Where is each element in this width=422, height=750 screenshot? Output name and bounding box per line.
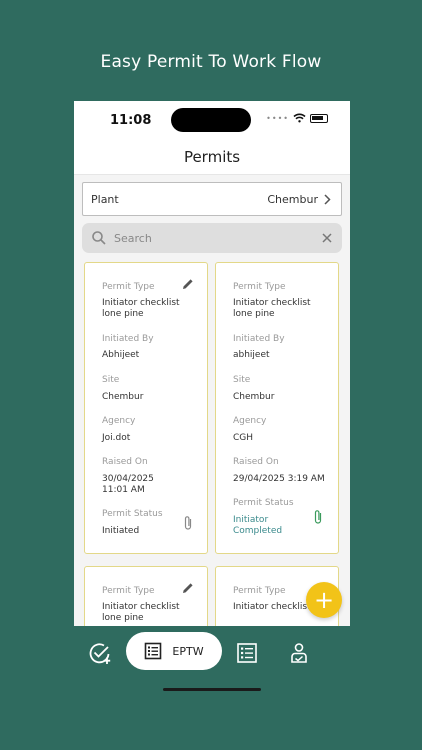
raised-on-label: Raised On [102, 457, 148, 467]
permit-type-label: Permit Type [233, 282, 286, 292]
initiated-by-label: Initiated By [102, 334, 154, 344]
initiated-by-label: Initiated By [233, 334, 285, 344]
chevron-right-icon [324, 193, 331, 205]
permit-status-label: Permit Status [102, 509, 163, 519]
close-icon[interactable] [320, 231, 334, 245]
permit-status-label: Permit Status [233, 498, 294, 508]
permit-type-label: Permit Type [102, 282, 155, 292]
check-circle-add-icon[interactable] [87, 640, 113, 666]
user-document-icon[interactable] [286, 640, 312, 666]
raised-on-label: Raised On [233, 457, 279, 467]
pencil-icon[interactable] [181, 277, 195, 291]
agency-value: Joi.dot [102, 433, 131, 443]
agency-label: Agency [233, 416, 267, 426]
search-input[interactable] [114, 231, 320, 245]
permit-type-value: Initiator checklist lone pine [102, 602, 180, 623]
page-title: Permits [74, 141, 350, 175]
list-icon[interactable] [234, 640, 260, 666]
raised-on-value: 30/04/2025 11:01 AM [102, 474, 154, 495]
site-label: Site [233, 375, 251, 385]
nav-eptw-tab[interactable]: EPTW [126, 632, 222, 670]
attachment-icon[interactable] [313, 509, 323, 525]
phone-screen: 11:08 •••• Permits Plant Chembur Search … [74, 101, 350, 698]
search-bar [82, 223, 342, 253]
permit-status-value: Initiator Completed [233, 515, 283, 536]
nav-eptw-label: EPTW [172, 644, 204, 658]
agency-value: CGH [233, 433, 254, 443]
bottom-nav: EPTW [74, 626, 350, 698]
permit-card[interactable]: Permit Type Initiator checklist lone pin… [84, 262, 208, 554]
site-value: Chembur [233, 392, 275, 402]
dynamic-island [171, 108, 251, 132]
status-bar: 11:08 •••• [74, 101, 350, 141]
site-value: Chembur [102, 392, 144, 402]
promo-title: Easy Permit To Work Flow [100, 52, 322, 72]
wifi-icon [293, 113, 306, 123]
permit-type-value: Initiator checklist lone pine [102, 298, 180, 319]
plant-value-group: Chembur [267, 193, 331, 206]
add-permit-button[interactable]: + [306, 582, 342, 618]
status-time: 11:08 [110, 113, 152, 128]
initiated-by-value: abhijeet [233, 350, 270, 360]
status-icons: •••• [266, 113, 328, 123]
agency-label: Agency [102, 416, 136, 426]
home-indicator [163, 688, 261, 691]
plant-value: Chembur [267, 192, 318, 206]
site-label: Site [102, 375, 120, 385]
battery-icon [310, 113, 328, 123]
raised-on-value: 29/04/2025 3:19 AM [233, 474, 325, 484]
permit-type-label: Permit Type [233, 586, 286, 596]
initiated-by-value: Abhijeet [102, 350, 140, 360]
list-icon [145, 642, 162, 660]
signal-icon: •••• [266, 113, 289, 123]
pencil-icon[interactable] [181, 581, 195, 595]
plant-label: Plant [91, 192, 119, 206]
plant-selector[interactable]: Plant Chembur [82, 182, 342, 216]
permit-type-value: Initiator checklist lone pine [233, 298, 311, 319]
attachment-icon[interactable] [183, 515, 193, 531]
permit-card[interactable]: Permit Type Initiator checklist lone pin… [215, 262, 339, 554]
search-icon [92, 231, 106, 245]
permit-type-label: Permit Type [102, 586, 155, 596]
permit-type-value: Initiator checklist lone pine [233, 602, 311, 612]
